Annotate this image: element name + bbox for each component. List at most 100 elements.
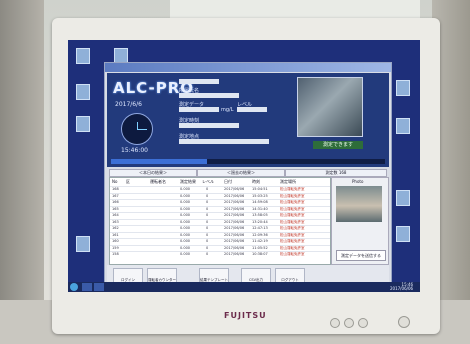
table-row[interactable]: 167 0.000 0 2017/06/06 15:03:25 松山運転免許室 xyxy=(110,192,330,199)
table-cell: 0.000 xyxy=(180,226,191,230)
level-value xyxy=(237,107,267,112)
table-cell: 0 xyxy=(206,226,209,230)
desktop-file-icon[interactable] xyxy=(396,118,410,134)
table-cell: 2017/06/06 xyxy=(224,232,245,237)
table-cell: 15:04:51 xyxy=(252,187,268,191)
table-cell: 2017/06/06 xyxy=(224,213,245,217)
table-cell: 0.000 xyxy=(180,252,191,256)
table-cell: 0.000 xyxy=(180,232,191,237)
results-table: No 区 運転者名 測定結果 レベル 日付 時刻 測定場所 168 0.000 0 2… xyxy=(109,177,331,265)
column-header: 運転者名 xyxy=(150,179,166,184)
measure-count: 測定数 168 xyxy=(285,169,387,177)
desktop-file-icon[interactable] xyxy=(396,226,410,242)
table-cell: 松山運転免許室 xyxy=(280,206,305,211)
table-row[interactable]: 163 0.000 0 2017/06/06 13:20:44 松山運転免許室 xyxy=(110,218,330,225)
table-cell: 0.000 xyxy=(180,193,191,198)
clock-icon xyxy=(121,113,153,145)
monitor-button[interactable] xyxy=(358,318,368,328)
table-cell: 2017/06/06 xyxy=(224,252,245,256)
power-button[interactable] xyxy=(398,316,410,328)
desktop-file-icon[interactable] xyxy=(76,236,90,252)
table-cell: 2017/06/06 xyxy=(224,200,245,204)
table-row[interactable]: 160 0.000 0 2017/06/06 11:42:19 松山運転免許室 xyxy=(110,238,330,244)
start-icon[interactable] xyxy=(70,283,78,291)
taskbar: 15:46 2017/06/06 xyxy=(68,282,420,292)
table-row[interactable]: 162 0.000 0 2017/06/06 12:47:13 松山運転免許室 xyxy=(110,225,330,231)
table-cell: 松山運転免許室 xyxy=(280,193,305,198)
table-row[interactable]: 158 0.000 0 2017/06/06 10:38:07 松山運転免許室 xyxy=(110,251,330,257)
table-cell: 松山運転免許室 xyxy=(280,187,305,191)
desktop-file-icon[interactable] xyxy=(76,84,90,100)
measure-status-button[interactable]: 測定できます xyxy=(313,141,363,149)
progress-bar xyxy=(111,159,385,164)
table-cell: 2017/06/06 xyxy=(224,245,245,250)
tray-clock: 15:46 2017/06/06 xyxy=(390,283,413,291)
table-cell: 0 xyxy=(206,206,209,211)
desktop-file-icon[interactable] xyxy=(76,116,90,132)
table-cell: 11:05:52 xyxy=(252,245,268,250)
current-date: 2017/6/6 xyxy=(115,101,142,108)
table-cell: 0 xyxy=(206,193,209,198)
table-cell: 松山運転免許室 xyxy=(280,213,305,217)
monitor-button[interactable] xyxy=(330,318,340,328)
column-header: 測定結果 xyxy=(180,179,196,184)
taskbar-app-icon[interactable] xyxy=(82,283,92,291)
table-cell: 0 xyxy=(206,239,209,243)
column-header: No xyxy=(112,179,118,184)
monitor-brand-logo: FUJITSU xyxy=(224,311,267,320)
window-titlebar[interactable] xyxy=(105,63,391,72)
desktop-file-icon[interactable] xyxy=(396,80,410,96)
table-cell: 2017/06/06 xyxy=(224,193,245,198)
table-row[interactable]: 168 0.000 0 2017/06/06 15:04:51 松山運転免許室 xyxy=(110,186,330,192)
table-row[interactable]: 161 0.000 0 2017/06/06 12:09:36 松山運転免許室 xyxy=(110,231,330,238)
tab-past[interactable]: ＜過去の結果＞ xyxy=(197,169,285,177)
taskbar-app-icon[interactable] xyxy=(94,283,104,291)
table-row[interactable]: 159 0.000 0 2017/06/06 11:05:52 松山運転免許室 xyxy=(110,244,330,251)
tab-today[interactable]: ＜本日の結果＞ xyxy=(109,169,197,177)
table-cell: 163 xyxy=(112,219,119,224)
table-cell: 10:38:07 xyxy=(252,252,268,256)
background-window xyxy=(170,0,420,18)
table-cell: 14:31:40 xyxy=(252,206,268,211)
column-header: 測定場所 xyxy=(280,179,296,184)
alc-pro-window: ALC-PRO 2017/6/6 15:46:00 所属氏名 測定データ レベル… xyxy=(104,62,392,290)
table-cell: 0.000 xyxy=(180,213,191,217)
desktop-file-icon[interactable] xyxy=(396,190,410,206)
table-cell: 0.000 xyxy=(180,206,191,211)
table-cell: 0.000 xyxy=(180,187,191,191)
table-row[interactable]: 165 0.000 0 2017/06/06 14:31:40 松山運転免許室 xyxy=(110,205,330,212)
table-cell: 松山運転免許室 xyxy=(280,219,305,224)
table-cell: 松山運転免許室 xyxy=(280,252,305,256)
table-cell: 166 xyxy=(112,200,119,204)
column-header: 区 xyxy=(126,179,130,184)
table-cell: 松山運転免許室 xyxy=(280,226,305,230)
left-shelf xyxy=(0,0,44,344)
table-cell: 松山運転免許室 xyxy=(280,239,305,243)
table-cell: 0 xyxy=(206,219,209,224)
table-cell: 2017/06/06 xyxy=(224,219,245,224)
column-header: 日付 xyxy=(224,179,232,184)
table-cell: 松山運転免許室 xyxy=(280,245,305,250)
table-cell: 松山運転免許室 xyxy=(280,232,305,237)
table-cell: 14:59:08 xyxy=(252,200,268,204)
table-cell: 158 xyxy=(112,252,119,256)
table-cell: 0 xyxy=(206,200,209,204)
table-cell: 12:09:36 xyxy=(252,232,268,237)
table-cell: 0 xyxy=(206,187,209,191)
table-row[interactable]: 166 0.000 0 2017/06/06 14:59:08 松山運転免許室 xyxy=(110,199,330,205)
table-cell: 167 xyxy=(112,193,119,198)
column-header: レベル xyxy=(202,179,214,184)
table-cell: 松山運転免許室 xyxy=(280,200,305,204)
progress-fill xyxy=(111,159,207,164)
monitor-button[interactable] xyxy=(344,318,354,328)
panel-title: Photo xyxy=(352,179,364,184)
send-data-button[interactable]: 測定データを送信する xyxy=(336,250,386,261)
desktop-file-icon[interactable] xyxy=(76,48,90,64)
table-row[interactable]: 164 0.000 0 2017/06/06 13:58:05 松山運転免許室 xyxy=(110,212,330,218)
table-cell: 2017/06/06 xyxy=(224,187,245,191)
table-cell: 0 xyxy=(206,213,209,217)
table-cell: 0.000 xyxy=(180,200,191,204)
tray-date: 2017/06/06 xyxy=(390,286,414,291)
table-cell: 2017/06/06 xyxy=(224,206,245,211)
field-value xyxy=(179,123,239,128)
